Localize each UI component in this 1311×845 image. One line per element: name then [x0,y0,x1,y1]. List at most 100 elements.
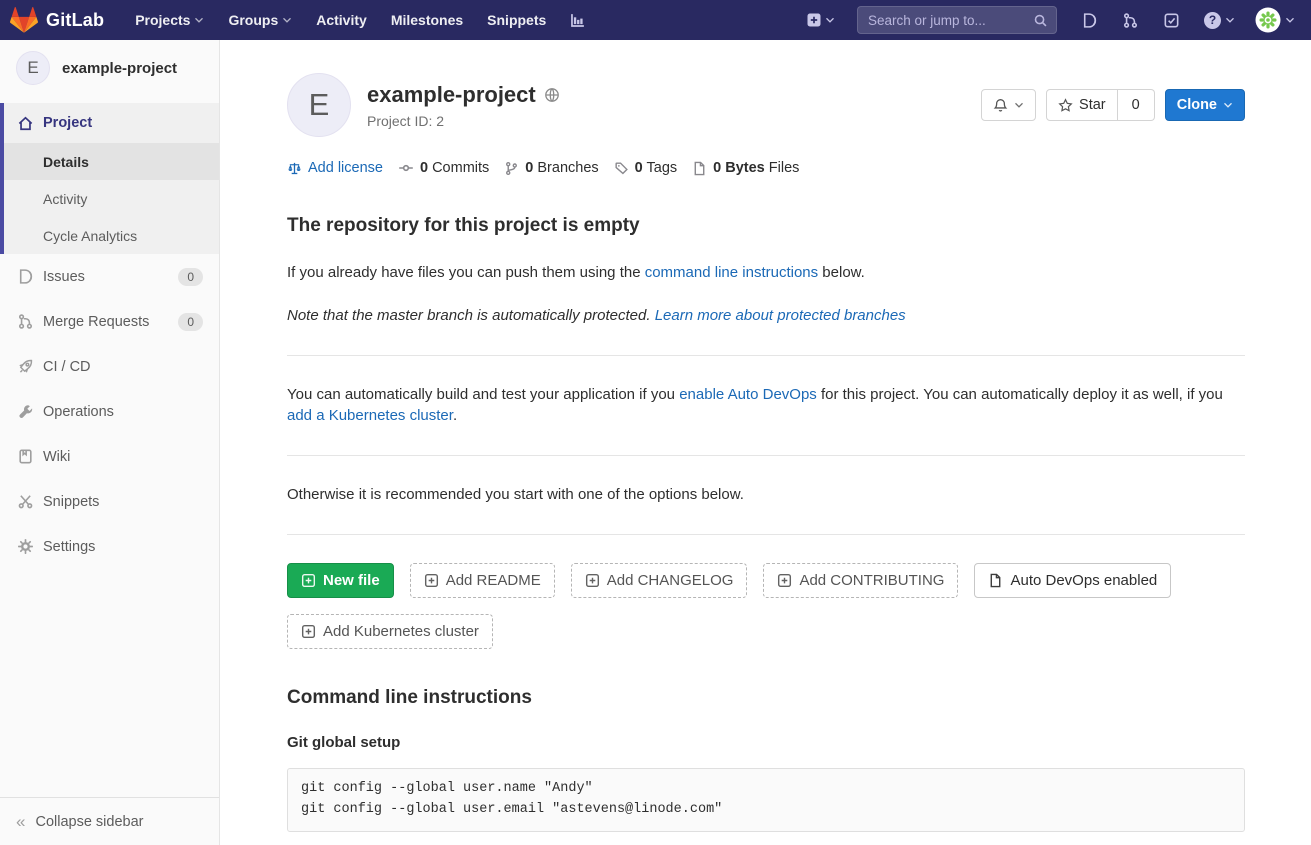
todos-icon[interactable] [1153,0,1190,40]
public-globe-icon [544,87,560,103]
clone-button[interactable]: Clone [1165,89,1245,121]
otherwise-text: Otherwise it is recommended you start wi… [287,484,1245,506]
cli-heading: Command line instructions [287,687,1245,709]
chevron-down-icon [1223,102,1233,109]
sidebar-project-name: example-project [62,60,177,77]
add-contributing-button[interactable]: Add CONTRIBUTING [763,563,958,598]
help-menu[interactable]: ? [1194,0,1245,40]
user-avatar [1255,7,1281,33]
divider [287,355,1245,356]
star-icon [1058,98,1073,113]
plus-square-icon [585,573,600,588]
search-icon [1033,13,1048,28]
sidebar-item-activity[interactable]: Activity [4,180,219,217]
tags-stat[interactable]: 0 Tags [614,160,678,176]
sidebar-item-label: Operations [43,404,114,420]
push-instructions-text: If you already have files you can push t… [287,262,1245,284]
user-menu[interactable] [1249,7,1295,33]
nav-milestones[interactable]: Milestones [380,0,474,40]
sidebar-item-settings[interactable]: Settings [0,524,219,569]
scissors-icon [16,493,34,511]
add-license-link[interactable]: Add license [287,160,383,176]
new-menu-button[interactable] [798,12,843,28]
enable-auto-devops-link[interactable]: enable Auto DevOps [679,386,817,403]
plus-square-icon [301,573,316,588]
angle-double-left-icon: « [16,813,25,830]
chevron-down-icon [194,17,204,24]
nav-groups[interactable]: Groups [217,0,303,40]
issues-count-badge: 0 [178,268,203,286]
nav-snippets[interactable]: Snippets [476,0,557,40]
tanuki-icon [10,6,38,34]
gitlab-logo-text: GitLab [46,10,104,31]
tag-icon [614,161,629,176]
home-icon [16,114,34,132]
sidebar-item-ci-cd[interactable]: CI / CD [0,344,219,389]
auto-devops-text: You can automatically build and test you… [287,384,1245,428]
sidebar-item-label: Issues [43,269,85,285]
sidebar-item-details[interactable]: Details [4,143,219,180]
notifications-button[interactable] [981,89,1036,121]
gear-icon [16,538,34,556]
add-kubernetes-cluster-button[interactable]: Add Kubernetes cluster [287,614,493,649]
chevron-down-icon [282,17,292,24]
add-kubernetes-cluster-link[interactable]: add a Kubernetes cluster [287,407,453,424]
scale-icon [287,161,302,176]
sidebar-item-wiki[interactable]: Wiki [0,434,219,479]
commit-icon [398,160,414,176]
star-count[interactable]: 0 [1118,89,1155,121]
add-readme-button[interactable]: Add README [410,563,555,598]
git-global-setup-code: git config --global user.name "Andy" git… [287,768,1245,832]
empty-repo-heading: The repository for this project is empty [287,215,1245,237]
divider [287,534,1245,535]
repo-actions-row-2: Add Kubernetes cluster [287,614,1245,649]
merge-request-icon [16,313,34,331]
star-group: Star 0 [1046,89,1155,121]
collapse-sidebar-button[interactable]: « Collapse sidebar [0,797,219,845]
plus-square-icon [777,573,792,588]
protected-branches-link[interactable]: Learn more about protected branches [655,307,906,324]
sidebar-item-operations[interactable]: Operations [0,389,219,434]
chevron-down-icon [1014,102,1024,109]
sidebar-item-label: Settings [43,539,95,555]
issues-icon[interactable] [1071,0,1108,40]
sidebar-item-project[interactable]: Project [4,103,219,143]
branch-icon [504,161,519,176]
command-line-instructions-link[interactable]: command line instructions [645,264,818,281]
project-header: E example-project Project ID: 2 [287,73,1245,137]
files-stat[interactable]: 0 Bytes Files [692,160,799,176]
sidebar-item-merge-requests[interactable]: Merge Requests 0 [0,299,219,344]
sidebar-item-label: Snippets [43,494,99,510]
repo-actions-row-1: New file Add README Add CHANGELOG [287,563,1245,598]
sidebar-item-issues[interactable]: Issues 0 [0,254,219,299]
branches-stat[interactable]: 0 Branches [504,160,598,176]
project-avatar-small: E [16,51,50,85]
merge-request-icon[interactable] [1112,0,1149,40]
chevron-down-icon [1225,17,1235,24]
gitlab-logo[interactable]: GitLab [10,6,104,34]
auto-devops-enabled-button[interactable]: Auto DevOps enabled [974,563,1171,598]
add-changelog-button[interactable]: Add CHANGELOG [571,563,748,598]
collapse-sidebar-label: Collapse sidebar [35,814,143,830]
sidebar-item-label: Project [43,115,92,131]
main-content: E example-project Project ID: 2 [220,40,1311,845]
nav-projects[interactable]: Projects [124,0,215,40]
rocket-icon [16,358,34,376]
help-icon: ? [1204,12,1221,29]
new-file-button[interactable]: New file [287,563,394,598]
sidebar-item-snippets[interactable]: Snippets [0,479,219,524]
plus-square-icon [424,573,439,588]
commits-stat[interactable]: 0 Commits [398,160,489,176]
nav-activity[interactable]: Activity [305,0,378,40]
sidebar-item-cycle-analytics[interactable]: Cycle Analytics [4,217,219,254]
search-input[interactable] [866,12,1033,29]
sidebar-project-context[interactable]: E example-project [0,40,219,97]
charts-icon[interactable] [559,0,596,40]
global-search [857,6,1057,34]
bell-icon [993,98,1008,113]
project-title: example-project [367,82,536,108]
project-sidebar: E example-project Project Details Activi… [0,40,220,845]
star-button[interactable]: Star [1046,89,1118,121]
book-icon [16,448,34,466]
file-icon [692,161,707,176]
